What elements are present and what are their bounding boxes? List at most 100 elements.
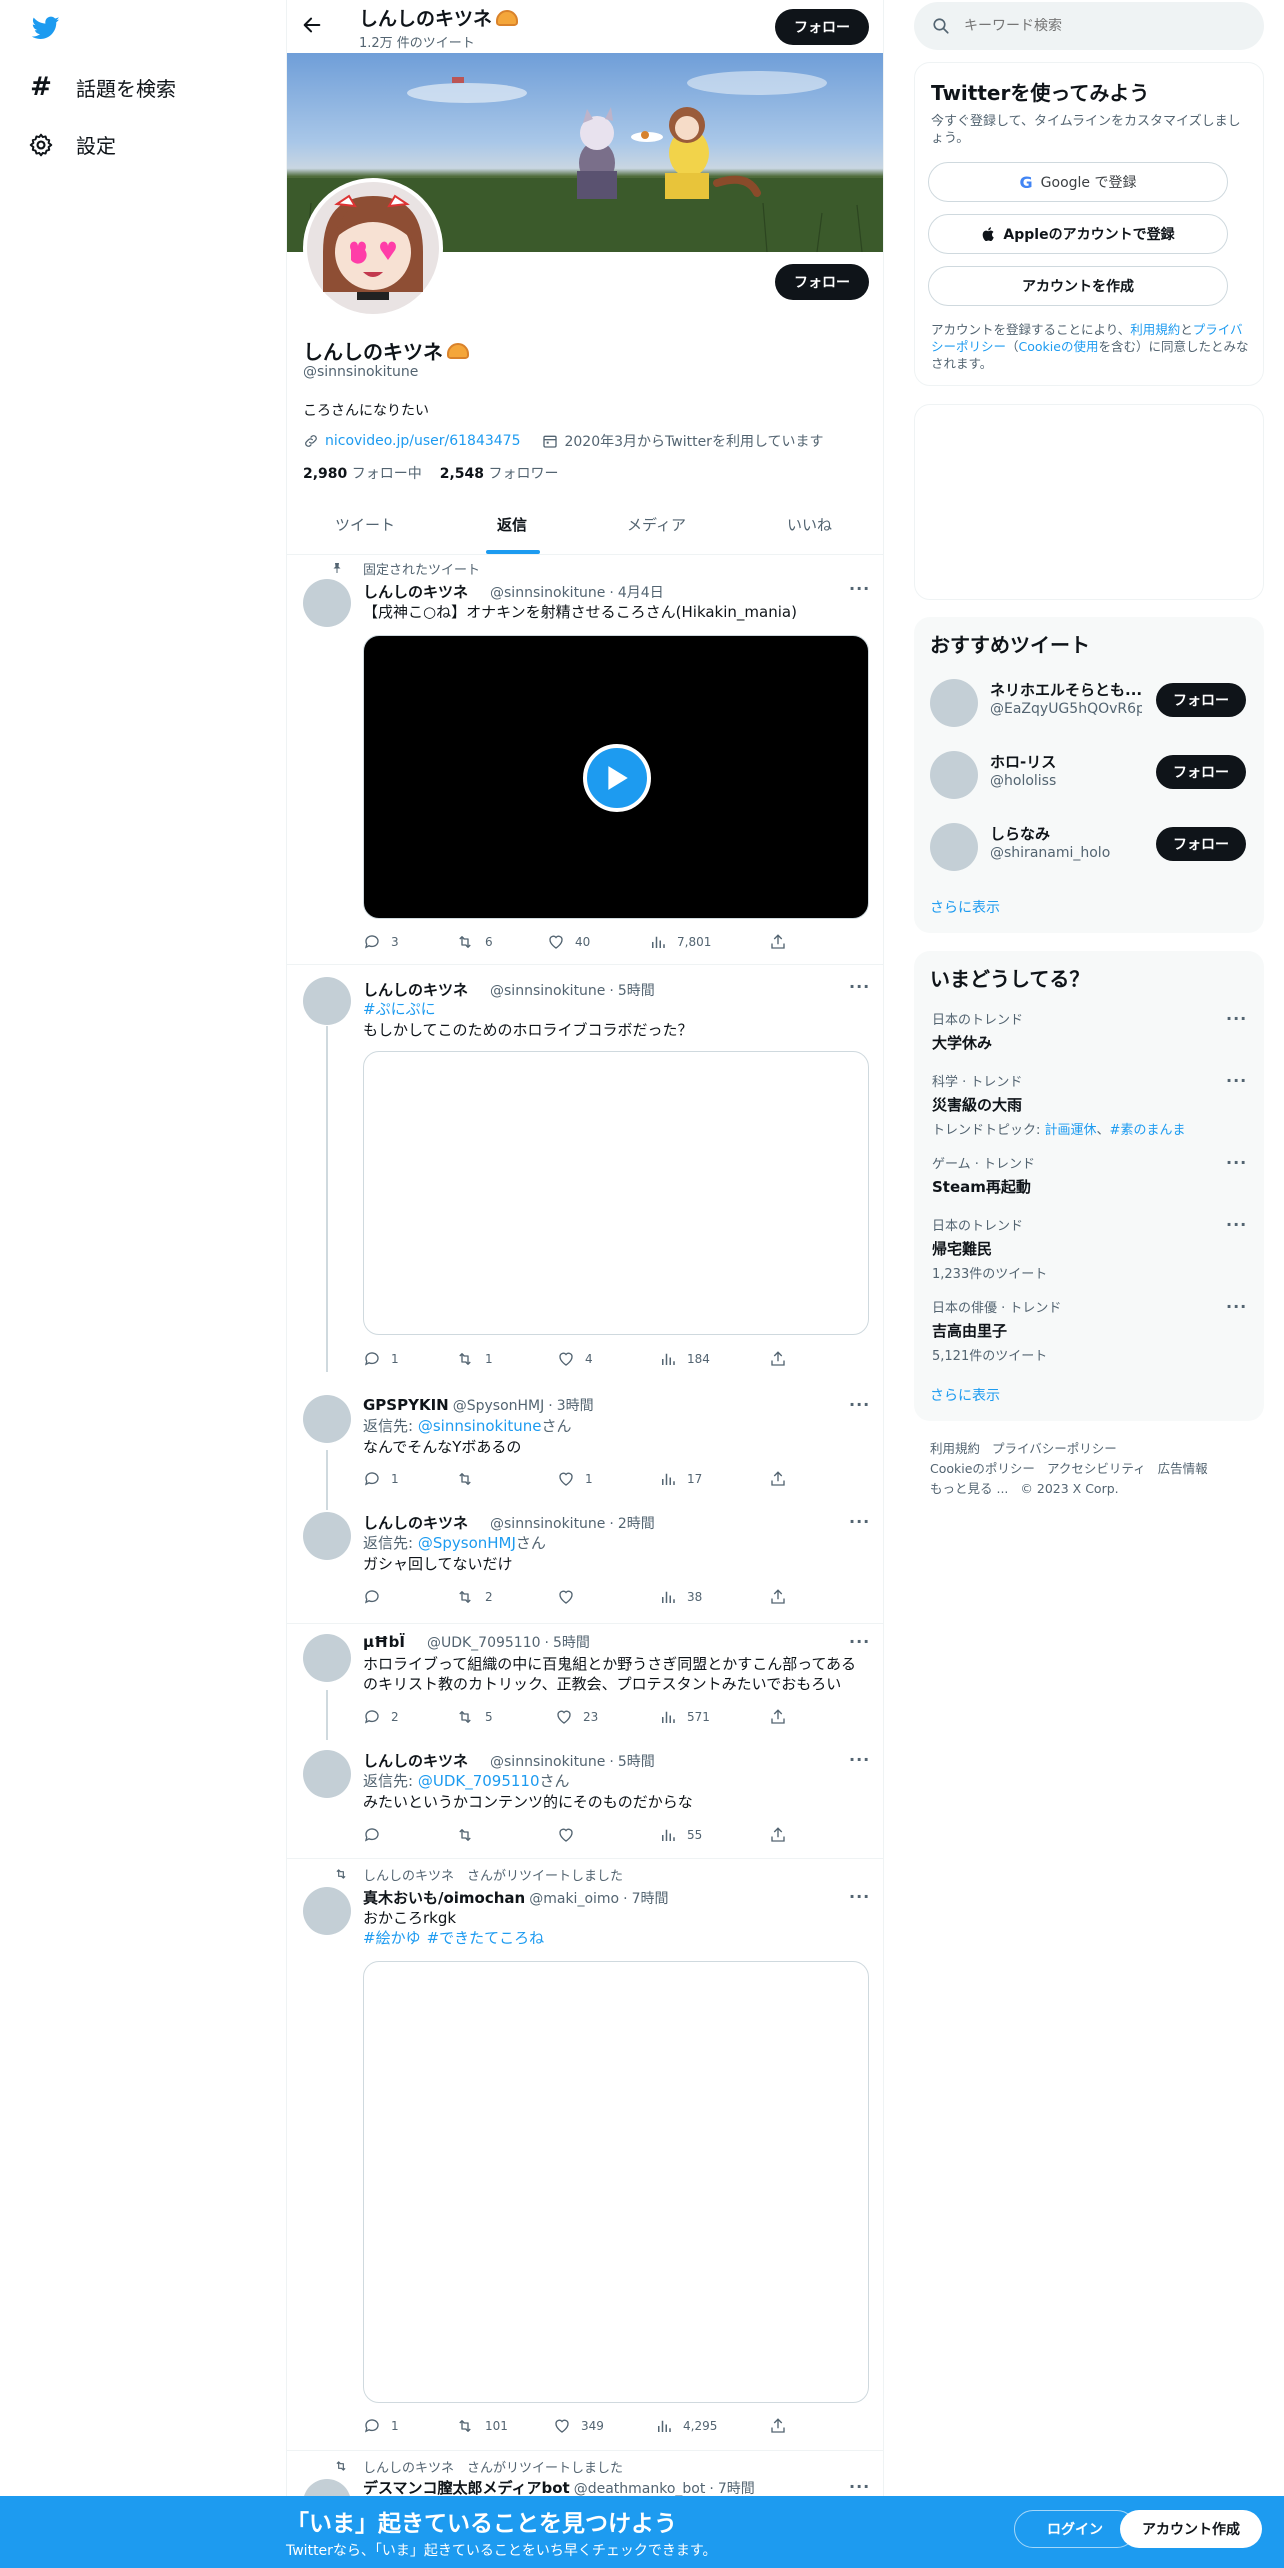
share-button[interactable]	[769, 933, 787, 951]
followers-link[interactable]: 2,548 フォロワー	[440, 463, 559, 483]
more-icon[interactable]: ···	[849, 1395, 870, 1414]
like-button[interactable]: 23	[555, 1708, 598, 1726]
views-button[interactable]: 7,801	[649, 933, 711, 951]
like-button[interactable]: 1	[557, 1470, 593, 1488]
avatar[interactable]	[303, 1750, 351, 1798]
tweet-author-name[interactable]: しんしのキツネ	[363, 581, 468, 602]
trend-topic-link[interactable]: #素のまんま	[1110, 1123, 1186, 1138]
reply-button[interactable]: 2	[363, 1708, 399, 1726]
search-input[interactable]	[964, 18, 1244, 34]
more-icon[interactable]: ···	[849, 1512, 870, 1531]
search-bar[interactable]	[914, 2, 1264, 50]
reply-button[interactable]: 1	[363, 1470, 399, 1488]
tweet-author-handle[interactable]: @SpysonHMJ	[453, 1398, 545, 1414]
tweet-author-name[interactable]: 真木おいも/oimochan	[363, 1887, 525, 1908]
reply-button[interactable]: 1	[363, 1350, 399, 1368]
tweet-author-name[interactable]: しんしのキツネ	[363, 1512, 468, 1533]
trend-topic-link[interactable]: 計画運休	[1045, 1123, 1097, 1138]
recommend-user[interactable]: ネリホエルそらとも... @EaZqyUG5hQOvR6p フォロー	[930, 673, 1250, 733]
tweet-video[interactable]	[363, 635, 869, 919]
more-icon[interactable]: ···	[849, 1750, 870, 1769]
more-icon[interactable]: ···	[1226, 1009, 1247, 1028]
like-button[interactable]: 40	[547, 933, 590, 951]
create-account-button[interactable]: アカウントを作成	[928, 266, 1228, 306]
views-button[interactable]: 17	[659, 1470, 702, 1488]
avatar[interactable]	[303, 1887, 351, 1935]
google-signup-button[interactable]: G Google で登録	[928, 162, 1228, 202]
avatar[interactable]	[930, 679, 978, 727]
recommend-follow-button[interactable]: フォロー	[1156, 827, 1246, 861]
trend-item[interactable]: ゲーム · トレンド Steam再起動 ···	[932, 1153, 1252, 1197]
retweet-button[interactable]	[455, 1470, 485, 1488]
tab-tweets[interactable]: ツイート	[335, 514, 395, 535]
recommend-user[interactable]: しらなみ @shiranami_holo フォロー	[930, 817, 1250, 877]
views-button[interactable]: 38	[659, 1588, 702, 1606]
tweet-hashtag[interactable]: #ぷにぷに	[363, 999, 436, 1019]
reply-to-handle[interactable]: @SpysonHMJ	[418, 1534, 516, 1552]
profile-avatar[interactable]	[303, 178, 443, 318]
tweet-author-name[interactable]: しんしのキツネ	[363, 979, 468, 1000]
retweet-button[interactable]: 6	[455, 933, 493, 951]
share-button[interactable]	[769, 1470, 787, 1488]
tweet-author-name[interactable]: デスマンコ膣太郎メディアbot	[363, 2477, 570, 2496]
tweet-author-handle[interactable]: @maki_oimo	[529, 1891, 619, 1907]
profile-link[interactable]: nicovideo.jp/user/61843475	[325, 433, 520, 449]
following-link[interactable]: 2,980 フォロー中	[303, 463, 422, 483]
retweet-button[interactable]: 2	[455, 1588, 493, 1606]
footer-privacy[interactable]: プライバシーポリシー	[992, 1439, 1117, 1459]
tab-likes[interactable]: いいね	[787, 514, 832, 535]
reply-button[interactable]	[363, 1588, 391, 1606]
footer-cookie[interactable]: Cookieのポリシー	[930, 1459, 1035, 1479]
recommend-follow-button[interactable]: フォロー	[1156, 683, 1246, 717]
more-icon[interactable]: ···	[849, 2477, 870, 2496]
avatar[interactable]	[930, 823, 978, 871]
like-button[interactable]: 4	[557, 1350, 593, 1368]
retweet-button[interactable]: 1	[455, 1350, 493, 1368]
trend-item[interactable]: 日本のトレンド 大学休み ···	[932, 1009, 1252, 1053]
tweet-time[interactable]: 3時間	[557, 1395, 594, 1415]
tweet-pinned[interactable]: 固定されたツイート しんしのキツネ @sinnsinokitune · 4月4日…	[287, 555, 883, 964]
tweet-thread-2-reply[interactable]: しんしのキツネ @sinnsinokitune · 5時間 ··· 返信先: @…	[287, 1746, 883, 1858]
share-button[interactable]	[769, 1588, 787, 1606]
login-button[interactable]: ログイン	[1014, 2510, 1136, 2548]
tweet-time[interactable]: 5時間	[553, 1632, 590, 1652]
retweet-button[interactable]: 101	[455, 2417, 508, 2435]
share-button[interactable]	[769, 1350, 787, 1368]
retweet-button[interactable]: 5	[455, 1708, 493, 1726]
tweet-time[interactable]: 5時間	[618, 1751, 655, 1771]
tweet-media[interactable]	[363, 1961, 869, 2403]
tweet-author-name[interactable]: µĦbÏ	[363, 1633, 405, 1651]
tab-media[interactable]: メディア	[627, 514, 686, 535]
reply-button[interactable]: 1	[363, 2417, 399, 2435]
tweet-author-name[interactable]: GPSPYKIN	[363, 1396, 449, 1414]
tweet-time[interactable]: 5時間	[618, 980, 655, 1000]
share-button[interactable]	[769, 1826, 787, 1844]
tweet-author-handle[interactable]: @deathmanko_bot	[574, 2481, 706, 2496]
terms-link[interactable]: 利用規約	[1130, 322, 1180, 337]
tweet-thread-1-reply[interactable]: しんしのキツネ @sinnsinokitune · 2時間 ··· 返信先: @…	[287, 1502, 883, 1622]
more-icon[interactable]: ···	[849, 1887, 870, 1906]
tweet-time[interactable]: 7時間	[632, 1888, 669, 1908]
tweet-thread-2[interactable]: µĦbÏ @UDK_7095110 · 5時間 ··· ホロライブって組織の中に…	[287, 1624, 883, 1746]
apple-signup-button[interactable]: Appleのアカウントで登録	[928, 214, 1228, 254]
trends-show-more[interactable]: さらに表示	[930, 1385, 1000, 1405]
tweet-hashtag[interactable]: #できたてころね	[427, 1928, 545, 1948]
trend-item[interactable]: 日本のトレンド 帰宅難民 1,233件のツイート ···	[932, 1215, 1252, 1282]
avatar[interactable]	[303, 1634, 351, 1682]
retweet-context[interactable]: しんしのキツネ さんがリツイートしました	[363, 2457, 623, 2476]
avatar[interactable]	[303, 579, 351, 627]
play-icon[interactable]	[583, 744, 651, 812]
twitter-logo-icon[interactable]	[30, 14, 62, 42]
tweet-author-name[interactable]: しんしのキツネ	[363, 1750, 468, 1771]
tweet-author-handle[interactable]: @sinnsinokitune	[490, 983, 605, 999]
more-icon[interactable]: ···	[849, 1632, 870, 1651]
more-icon[interactable]: ···	[849, 977, 870, 996]
reply-to-handle[interactable]: @UDK_7095110	[418, 1772, 540, 1790]
reply-button[interactable]	[363, 1826, 391, 1844]
retweet-button[interactable]	[455, 1826, 485, 1844]
retweet-context[interactable]: しんしのキツネ さんがリツイートしました	[363, 1865, 623, 1884]
avatar[interactable]	[303, 1395, 351, 1443]
tweet-author-handle[interactable]: @sinnsinokitune	[490, 1516, 605, 1532]
more-icon[interactable]: ···	[849, 579, 870, 598]
like-button[interactable]	[557, 1588, 585, 1606]
